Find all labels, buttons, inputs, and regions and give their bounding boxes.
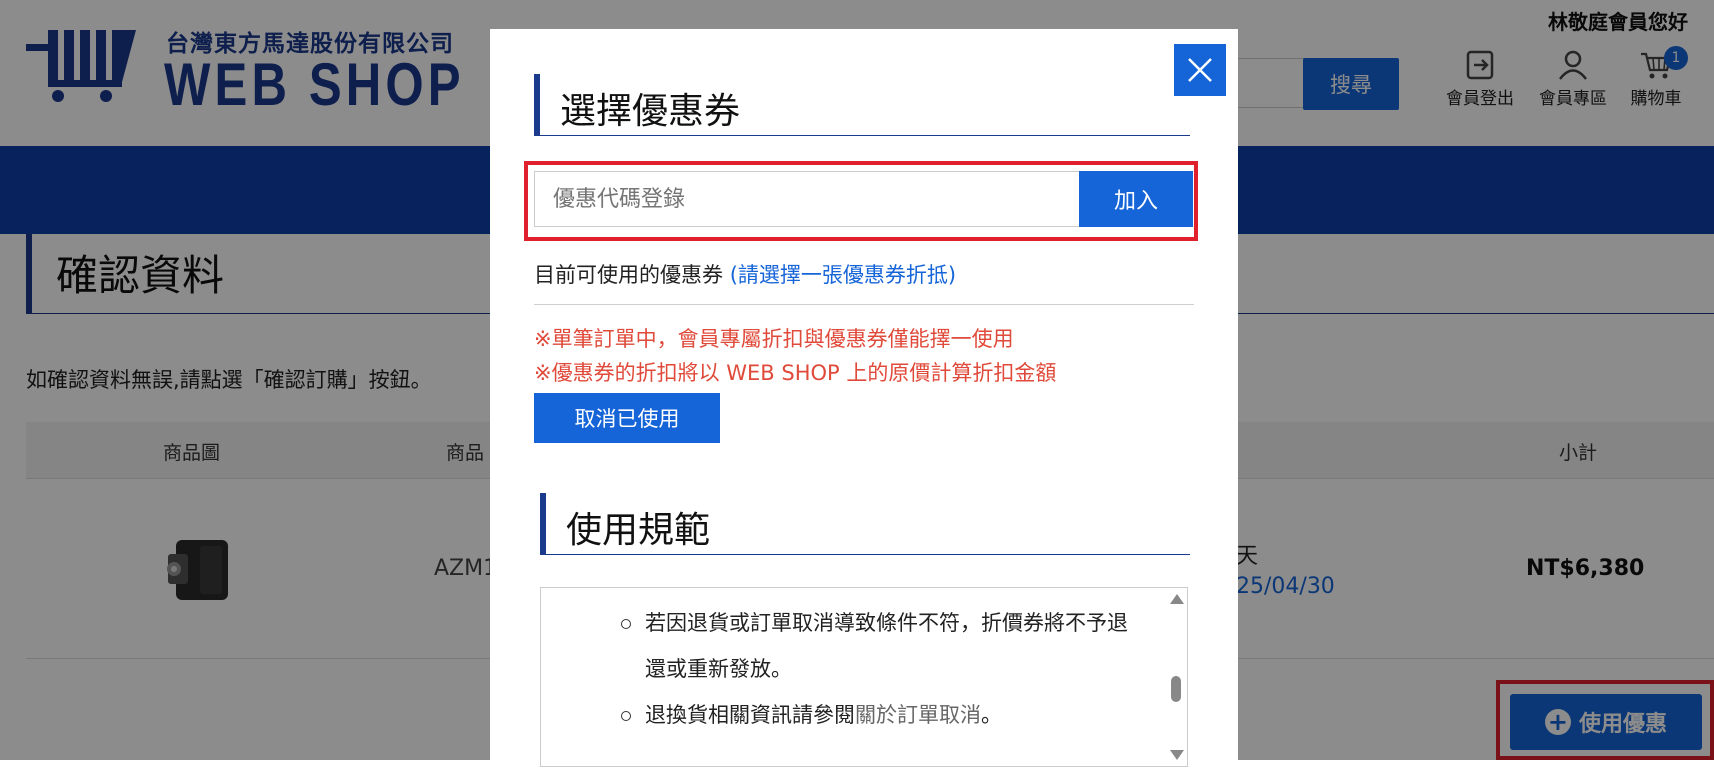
scroll-down-arrow-icon[interactable]	[1170, 750, 1184, 760]
warning-text: ※優惠券的折扣將以 WEB SHOP 上的原價計算折扣金額	[534, 361, 1057, 385]
rule-text: 退換貨相關資訊請參閱	[645, 703, 855, 727]
scrollbar-thumb[interactable]	[1171, 676, 1181, 702]
warning-text: ※單筆訂單中，會員專屬折扣與優惠券僅能擇一使用	[534, 327, 1014, 351]
close-icon	[1188, 58, 1212, 82]
rules-scroll-box[interactable]: 若因退貨或訂單取消導致條件不符，折價券將不予退還或重新發放。 退換貨相關資訊請參…	[540, 587, 1188, 767]
rules-title: 使用規範	[566, 510, 711, 551]
order-cancel-link[interactable]: 關於訂單取消	[855, 703, 981, 727]
add-coupon-button[interactable]: 加入	[1079, 171, 1193, 227]
cancel-coupon-button[interactable]: 取消已使用	[534, 393, 720, 443]
rules-section-heading: 使用規範	[540, 493, 1190, 555]
list-item: 退換貨相關資訊請參閱關於訂單取消。	[621, 692, 1131, 738]
available-coupons-hint: (請選擇一張優惠券折抵)	[729, 263, 957, 287]
scrollbar[interactable]	[1167, 592, 1185, 762]
scroll-up-arrow-icon[interactable]	[1170, 594, 1184, 604]
available-coupons-text: 目前可使用的優惠券	[534, 263, 723, 287]
list-item: 若因退貨或訂單取消導致條件不符，折價券將不予退還或重新發放。	[621, 600, 1131, 692]
rules-list: 若因退貨或訂單取消導致條件不符，折價券將不予退還或重新發放。 退換貨相關資訊請參…	[621, 600, 1131, 738]
modal-title: 選擇優惠券	[560, 91, 741, 132]
rule-tail: 。	[981, 703, 1002, 727]
coupon-code-input[interactable]	[534, 171, 1080, 227]
coupon-section-heading: 選擇優惠券	[534, 74, 1190, 136]
available-coupons-label: 目前可使用的優惠券 (請選擇一張優惠券折抵)	[534, 259, 956, 289]
coupon-modal: 選擇優惠券 加入 目前可使用的優惠券 (請選擇一張優惠券折抵) ※單筆訂單中，會…	[490, 29, 1238, 769]
divider	[534, 304, 1194, 305]
